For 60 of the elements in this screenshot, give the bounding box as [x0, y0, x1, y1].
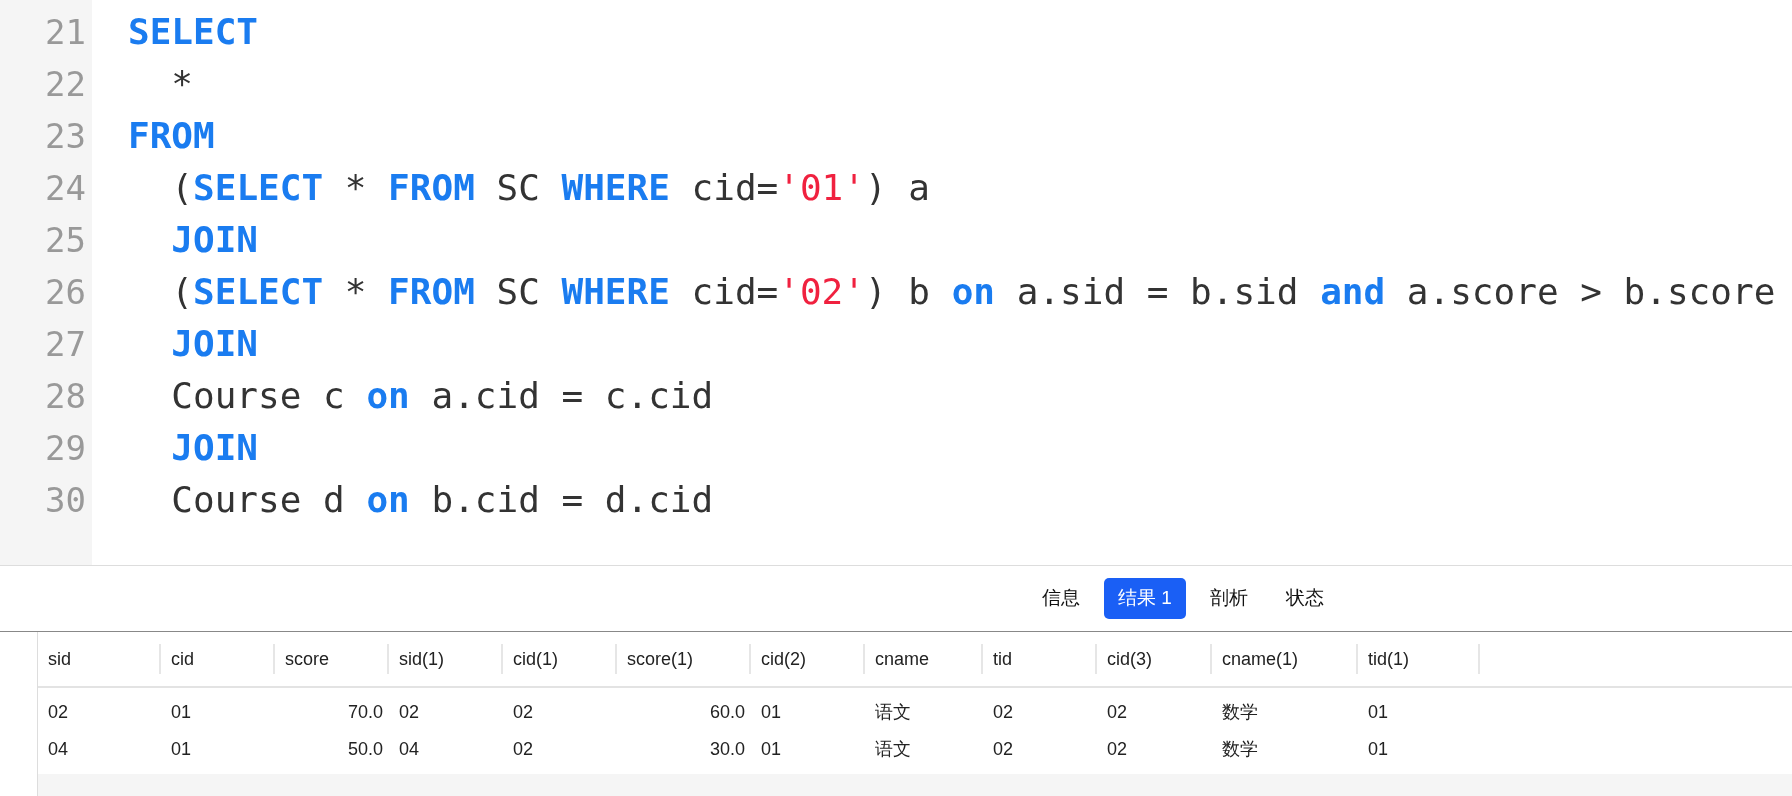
table-cell-text: 数学 — [1221, 701, 1259, 724]
table-cell-text: 01 — [1367, 738, 1390, 761]
column-header[interactable]: tid(1) — [1358, 644, 1480, 674]
table-cell-text: 01 — [170, 701, 193, 724]
line-number: 21 — [45, 11, 86, 54]
result-tab[interactable]: 结果 1 — [1104, 578, 1186, 619]
table-cell-text: 02 — [992, 701, 1015, 724]
column-header[interactable]: cname(1) — [1212, 644, 1358, 674]
column-header[interactable]: cid(1) — [503, 644, 617, 674]
table-cell-text: 语文 — [874, 738, 912, 761]
column-header[interactable]: cid(3) — [1097, 644, 1212, 674]
table-cell-text: 02 — [512, 738, 535, 761]
table-cell-text: 01 — [760, 701, 783, 724]
line-number: 27 — [45, 323, 86, 366]
table-cell-text: 04 — [398, 738, 421, 761]
table-cell-text: 70.0 — [346, 701, 384, 724]
table-cell-text: 01 — [170, 738, 193, 761]
column-header[interactable]: cname — [865, 644, 983, 674]
line-number: 26 — [45, 271, 86, 314]
code-line: (SELECT * FROM SC WHERE cid='02') b on a.sid = b.sid and a.score > b.score — [171, 270, 1776, 314]
code-line: SELECT — [128, 10, 259, 54]
line-number: 29 — [45, 427, 86, 470]
column-header[interactable]: sid(1) — [389, 644, 503, 674]
line-number: 28 — [45, 375, 86, 418]
table-cell-text: 50.0 — [346, 738, 384, 761]
table-cell-text: 30.0 — [708, 738, 746, 761]
table-cell-text: 60.0 — [708, 701, 746, 724]
code-line: JOIN — [171, 426, 259, 470]
table-cell-text: 04 — [47, 738, 70, 761]
line-number: 22 — [45, 63, 86, 106]
column-header[interactable]: cid — [161, 644, 275, 674]
line-number: 24 — [45, 167, 86, 210]
line-number: 30 — [45, 479, 86, 522]
result-tab[interactable]: 剖析 — [1195, 578, 1262, 619]
code-line: Course d on b.cid = d.cid — [171, 478, 714, 522]
table-cell-text: 02 — [992, 738, 1015, 761]
result-tab[interactable]: 信息 — [1028, 578, 1094, 619]
code-line: Course c on a.cid = c.cid — [171, 374, 714, 418]
code-line: FROM — [128, 114, 215, 158]
line-number: 23 — [45, 115, 86, 158]
column-header[interactable]: cid(2) — [751, 644, 865, 674]
table-cell-text: 02 — [398, 701, 421, 724]
table-cell-text: 02 — [47, 701, 70, 724]
code-line: (SELECT * FROM SC WHERE cid='01') a — [171, 166, 930, 210]
table-cell-text: 01 — [1367, 701, 1390, 724]
column-header[interactable]: score — [275, 644, 389, 674]
table-cell-text: 01 — [760, 738, 783, 761]
code-line: JOIN — [171, 218, 259, 262]
column-header[interactable]: tid — [983, 644, 1097, 674]
table-cell-text: 02 — [1106, 738, 1129, 761]
column-header[interactable]: score(1) — [617, 644, 751, 674]
table-cell-text: 02 — [512, 701, 535, 724]
result-tab[interactable]: 状态 — [1271, 578, 1338, 619]
table-cell-text: 数学 — [1221, 738, 1259, 761]
code-line: JOIN — [171, 322, 259, 366]
line-number: 25 — [45, 219, 86, 262]
column-header[interactable]: sid — [38, 644, 161, 674]
table-cell-text: 02 — [1106, 701, 1129, 724]
table-cell-text: 语文 — [874, 701, 912, 724]
code-line: * — [171, 62, 194, 106]
